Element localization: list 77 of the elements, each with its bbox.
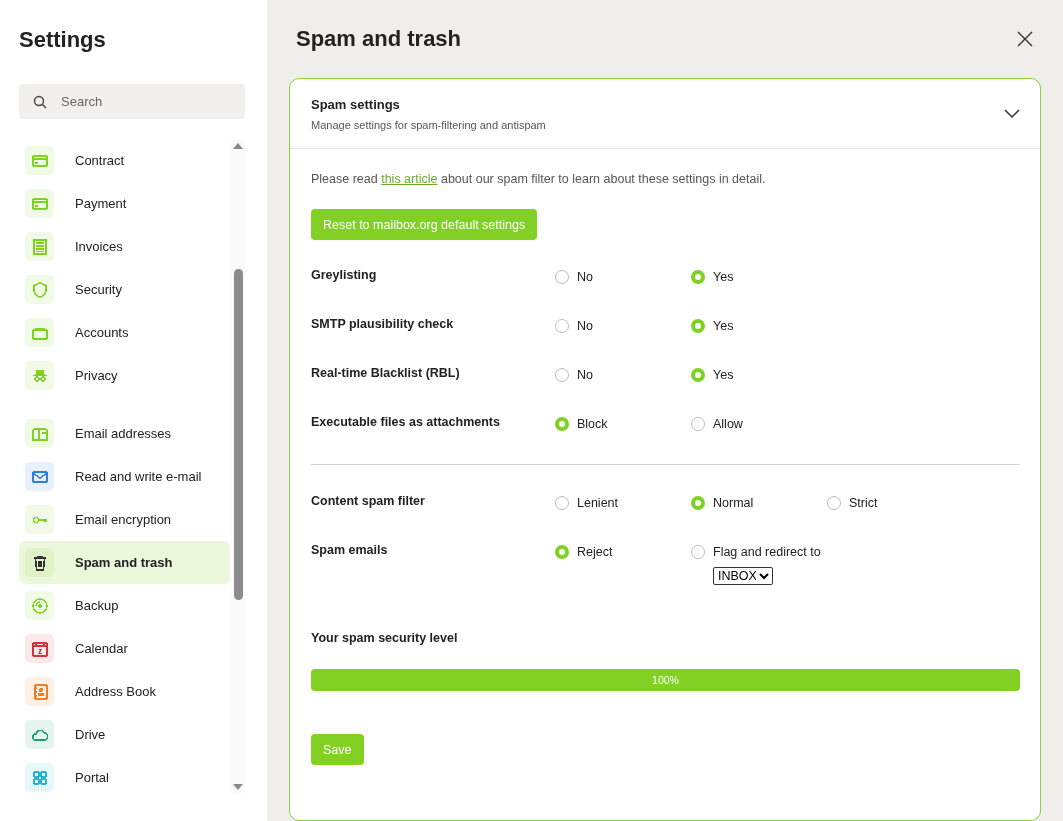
radio-option[interactable]: Strict <box>827 496 963 510</box>
setting-label: Spam emails <box>311 542 389 559</box>
radio-button[interactable] <box>691 270 705 284</box>
radio-button[interactable] <box>827 496 841 510</box>
sidebar-item[interactable]: Backup <box>19 584 230 627</box>
sidebar-title: Settings <box>19 27 107 53</box>
folder-select[interactable]: INBOX <box>713 567 773 585</box>
panel-subtitle: Manage settings for spam-filtering and antispam <box>311 119 546 131</box>
sidebar-item[interactable]: Portal <box>19 756 230 799</box>
sidebar-item[interactable]: Payment <box>19 182 230 225</box>
sidebar-item[interactable]: Drive <box>19 713 230 756</box>
chevron-icon <box>1004 109 1020 119</box>
option-label: Lenient <box>577 496 618 510</box>
radio-button[interactable] <box>555 545 569 559</box>
option-label: No <box>577 319 593 333</box>
setting-label: Content spam filter <box>311 493 426 510</box>
radio-button[interactable] <box>691 319 705 333</box>
radio-option[interactable]: Lenient <box>555 496 691 510</box>
radio-option[interactable]: Reject <box>555 545 691 559</box>
scroll-up-icon[interactable] <box>233 143 243 149</box>
option-label: No <box>577 270 593 284</box>
radio-button[interactable] <box>691 368 705 382</box>
panel-title: Spam settings <box>311 97 401 112</box>
radio-option[interactable]: Yes <box>691 319 827 333</box>
option-label: Block <box>577 417 608 431</box>
radio-option[interactable]: Normal <box>691 496 827 510</box>
option-label: Yes <box>713 270 734 284</box>
radio-option[interactable]: Flag and redirect to <box>691 545 827 559</box>
sidebar-item[interactable]: Invoices <box>19 225 230 268</box>
radio-option[interactable]: Yes <box>691 368 827 382</box>
radio-button[interactable] <box>555 496 569 510</box>
intro-text: Please read this article about our spam filter to learn about these settings in detail. <box>311 172 767 186</box>
option-label: Normal <box>713 496 754 510</box>
setting-label: Greylisting <box>311 267 378 284</box>
page-title: Spam and trash <box>296 26 462 52</box>
option-label: Reject <box>577 545 613 559</box>
setting-label: Executable files as attachments <box>311 414 501 431</box>
radio-option[interactable]: Yes <box>691 270 827 284</box>
option-label: Strict <box>849 496 878 510</box>
sidebar-item[interactable]: Security <box>19 268 230 311</box>
sidebar-item[interactable]: Privacy <box>19 354 230 397</box>
close-button[interactable] <box>1017 31 1033 47</box>
option-label: Flag and redirect to <box>713 545 821 559</box>
sidebar-item[interactable]: Calendar <box>19 627 230 670</box>
close-icon <box>1017 31 1033 47</box>
panel-header[interactable]: Spam settings Manage settings for spam-filtering and antispam <box>290 79 1040 149</box>
sidebar-item[interactable]: Spam and trash <box>19 541 230 584</box>
option-label: Yes <box>713 368 734 382</box>
option-label: Allow <box>713 417 743 431</box>
scroll-down-icon[interactable] <box>233 784 243 790</box>
security-level-label: Your spam security level <box>311 631 459 645</box>
radio-option[interactable]: No <box>555 319 691 333</box>
radio-button[interactable] <box>555 270 569 284</box>
setting-label: Real-time Blacklist (RBL) <box>311 365 461 382</box>
radio-button[interactable] <box>691 545 705 559</box>
option-label: No <box>577 368 593 382</box>
scrollbar[interactable] <box>231 139 245 794</box>
radio-option[interactable]: No <box>555 270 691 284</box>
radio-button[interactable] <box>555 417 569 431</box>
sidebar-item[interactable]: Email encryption <box>19 498 230 541</box>
option-label: Yes <box>713 319 734 333</box>
sidebar-item[interactable]: Email addresses <box>19 412 230 455</box>
search-field[interactable]: Search <box>19 84 245 119</box>
radio-option[interactable]: Block <box>555 417 691 431</box>
progress-reading: 100% <box>652 674 679 686</box>
radio-button[interactable] <box>691 417 705 431</box>
radio-option[interactable]: Allow <box>691 417 827 431</box>
sidebar-item[interactable]: Address Book <box>19 670 230 713</box>
radio-button[interactable] <box>691 496 705 510</box>
sidebar-item[interactable]: Read and write e-mail <box>19 455 230 498</box>
setting-label: SMTP plausibility check <box>311 316 455 333</box>
radio-option[interactable]: No <box>555 368 691 382</box>
radio-button[interactable] <box>555 368 569 382</box>
sidebar-item[interactable]: Contract <box>19 139 230 182</box>
radio-button[interactable] <box>555 319 569 333</box>
sidebar-item[interactable]: Accounts <box>19 311 230 354</box>
scrollbar-thumb[interactable] <box>233 269 243 600</box>
